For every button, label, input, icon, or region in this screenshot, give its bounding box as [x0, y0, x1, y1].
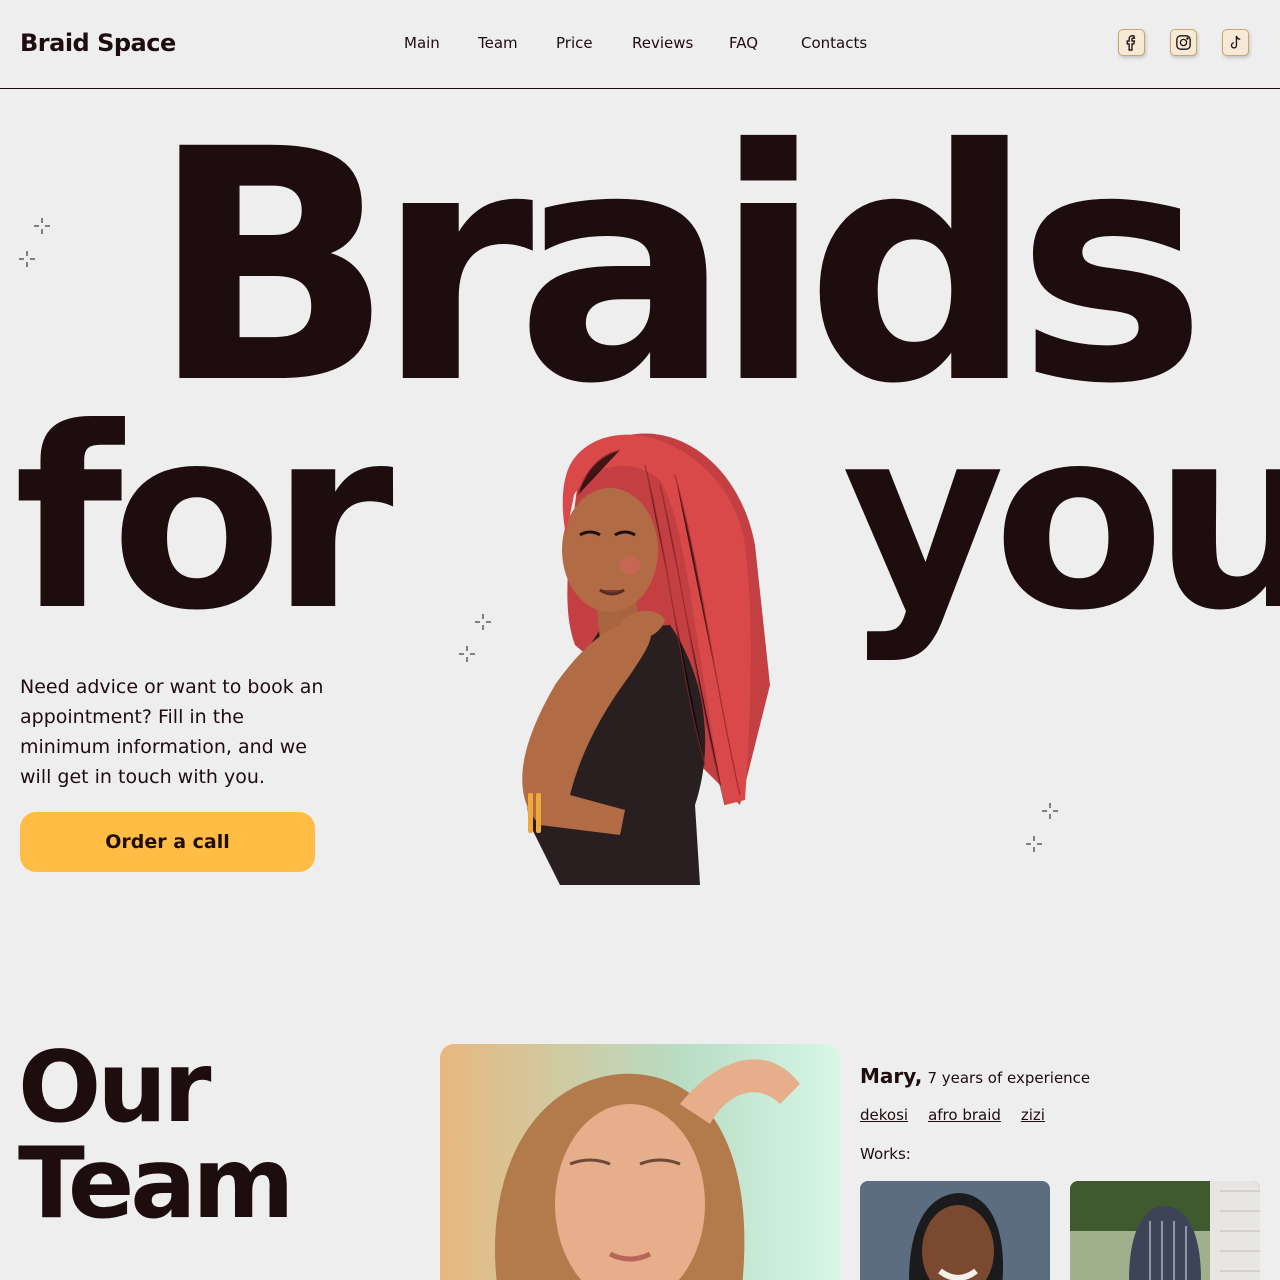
- tag-zizi[interactable]: zizi: [1021, 1106, 1045, 1124]
- sparkle-icon: [459, 646, 475, 662]
- hero-description: Need advice or want to book an appointme…: [20, 676, 324, 788]
- nav-contacts[interactable]: Contacts: [801, 34, 867, 52]
- tiktok-icon[interactable]: [1222, 29, 1249, 56]
- sparkle-icon: [1042, 803, 1058, 819]
- team-title-line1: Our: [18, 1031, 211, 1145]
- tag-afro-braid[interactable]: afro braid: [928, 1106, 1001, 1124]
- sparkle-icon: [19, 251, 35, 267]
- sparkle-icon: [1026, 836, 1042, 852]
- works-label: Works:: [860, 1145, 911, 1163]
- member-experience: 7 years of experience: [927, 1069, 1091, 1087]
- woman-braids-illustration: [522, 433, 770, 885]
- work-photo[interactable]: [1070, 1181, 1260, 1280]
- main-nav: Main Team Price Reviews FAQ Contacts: [0, 34, 1280, 54]
- site-header: Braid Space Main Team Price Reviews FAQ …: [0, 0, 1280, 89]
- team-title: Our Team: [18, 1031, 295, 1241]
- work-photo[interactable]: [860, 1181, 1050, 1280]
- order-call-button[interactable]: Order a call: [20, 812, 315, 872]
- nav-reviews[interactable]: Reviews: [632, 34, 693, 52]
- member-name-line: Mary, 7 years of experience: [860, 1064, 1090, 1088]
- tag-dekosi[interactable]: dekosi: [860, 1106, 908, 1124]
- member-name: Mary,: [860, 1064, 923, 1088]
- instagram-icon[interactable]: [1170, 29, 1197, 56]
- facebook-icon[interactable]: [1118, 29, 1145, 56]
- sparkle-icon: [475, 614, 491, 630]
- nav-main[interactable]: Main: [404, 34, 440, 52]
- sparkle-icon: [34, 218, 50, 234]
- nav-team[interactable]: Team: [478, 34, 518, 52]
- team-member-photo: [440, 1044, 840, 1280]
- hero-title-for: for: [14, 374, 394, 665]
- team-title-line2: Team: [18, 1127, 295, 1241]
- hero-title-you: you: [842, 374, 1280, 665]
- nav-faq[interactable]: FAQ: [729, 34, 758, 52]
- member-tags: dekosi afro braid zizi: [860, 1106, 1065, 1124]
- nav-price[interactable]: Price: [556, 34, 593, 52]
